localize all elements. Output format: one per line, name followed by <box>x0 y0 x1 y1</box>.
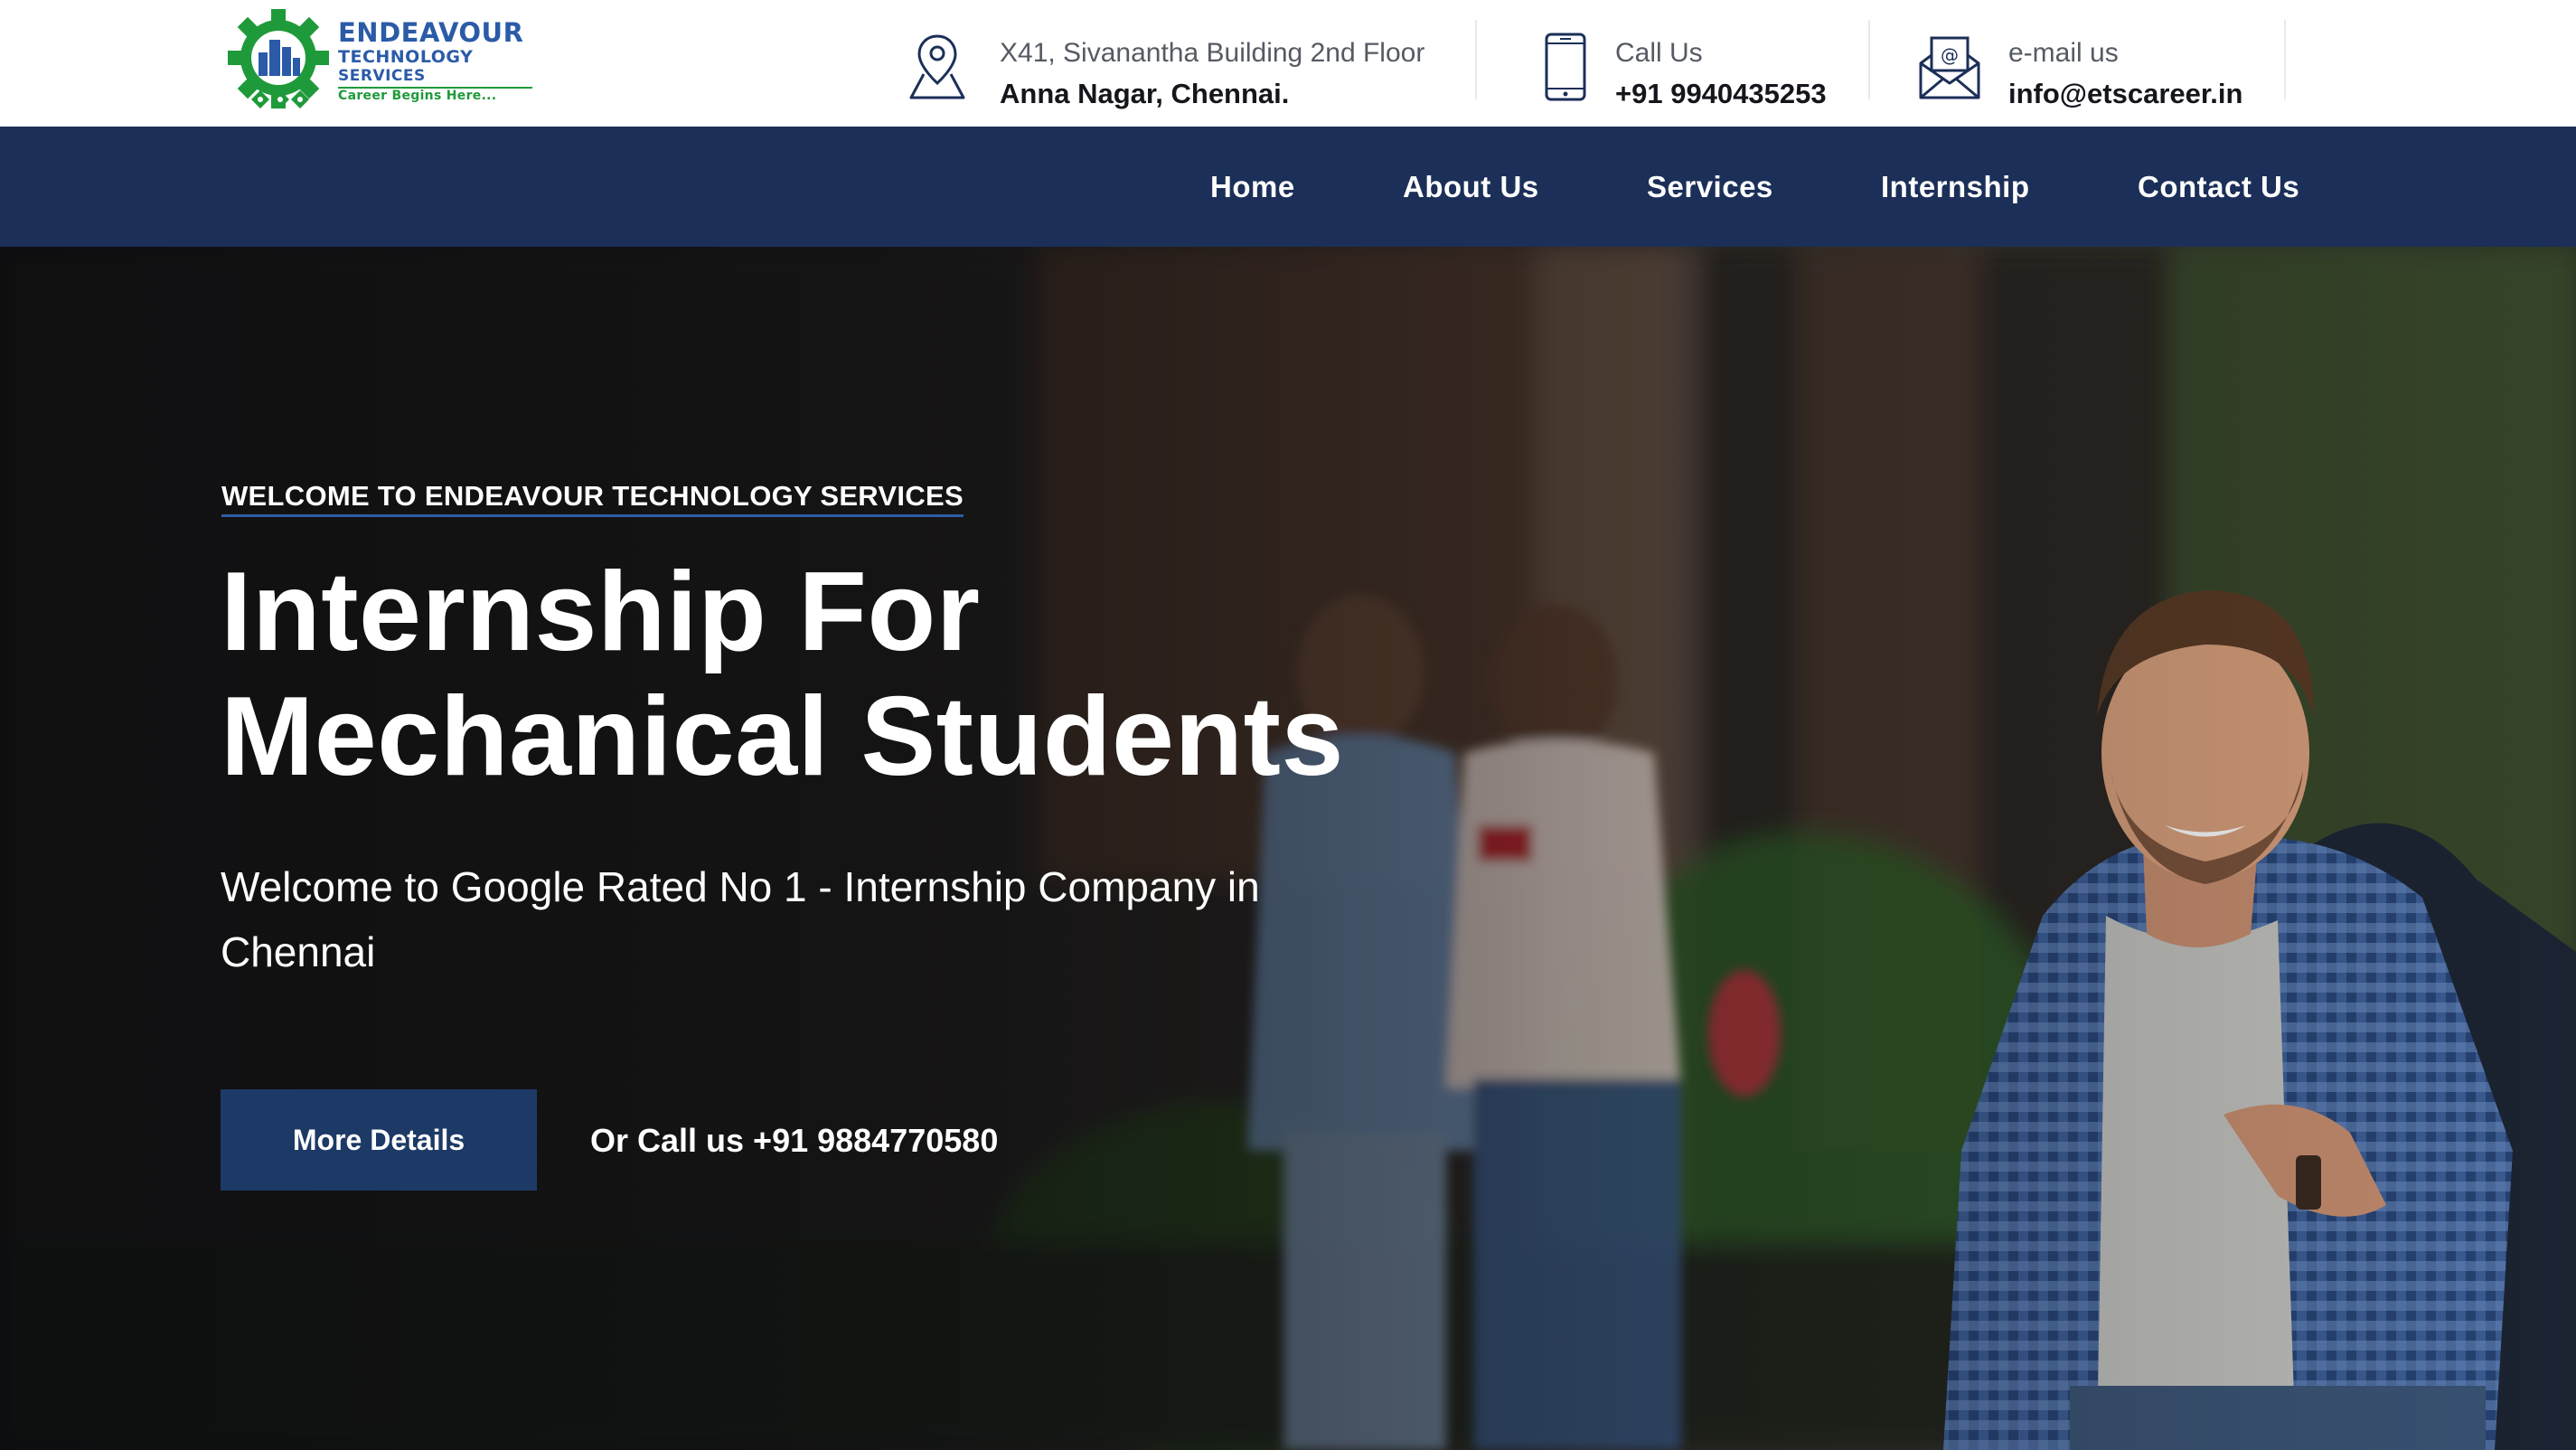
address-line1: X41, Sivanantha Building 2nd Floor <box>1000 38 1425 68</box>
phone-label: Call Us <box>1615 38 1703 68</box>
address-info: X41, Sivanantha Building 2nd Floor Anna … <box>904 18 1437 109</box>
email-address[interactable]: info@etscareer.in <box>2008 78 2242 110</box>
logo-wordmark-line1: ENDEAVOUR <box>338 17 524 48</box>
hero-subtitle: Welcome to Google Rated No 1 - Internshi… <box>221 863 1260 975</box>
mobile-phone-icon <box>1545 33 1586 101</box>
hero-title-line1: Internship For <box>221 550 981 674</box>
phone-info[interactable]: Call Us +91 9940435253 <box>1532 18 1866 110</box>
logo-wordmark-line3: SERVICES <box>338 67 426 85</box>
address-line2: Anna Nagar, Chennai. <box>1000 78 1290 109</box>
nav-internship[interactable]: Internship <box>1881 127 2030 247</box>
more-details-button[interactable]: More Details <box>221 1089 537 1191</box>
logo-tagline: Career Begins Here... <box>338 89 497 103</box>
nav-services[interactable]: Services <box>1647 127 1773 247</box>
envelope-icon: @ <box>1919 36 1980 99</box>
nav-home[interactable]: Home <box>1210 127 1295 247</box>
hero-title-line2: Mechanical Students <box>221 674 1344 799</box>
nav-contact-us[interactable]: Contact Us <box>2138 127 2299 247</box>
phone-number[interactable]: +91 9940435253 <box>1615 78 1827 110</box>
info-divider <box>1475 20 1477 99</box>
hero-overlay <box>0 247 2576 1450</box>
hero-banner: WELCOME TO ENDEAVOUR TECHNOLOGY SERVICES… <box>0 247 2576 1450</box>
email-label: e-mail us <box>2008 38 2119 68</box>
svg-text:@: @ <box>1941 44 1959 66</box>
info-divider <box>2284 20 2286 99</box>
info-divider <box>1868 20 1870 99</box>
company-logo[interactable]: ENDEAVOUR TECHNOLOGY SERVICES Career Beg… <box>226 9 542 113</box>
gear-logo-icon <box>228 9 329 108</box>
logo-wordmark-line2: TECHNOLOGY <box>338 47 474 67</box>
top-header: ENDEAVOUR TECHNOLOGY SERVICES Career Beg… <box>0 0 2576 127</box>
location-pin-icon <box>909 34 965 99</box>
email-info[interactable]: @ e-mail us info@etscareer.in <box>1916 18 2278 110</box>
nav-about-us[interactable]: About Us <box>1403 127 1539 247</box>
main-navigation: Home About Us Services Internship Contac… <box>0 127 2576 247</box>
hero-eyebrow: WELCOME TO ENDEAVOUR TECHNOLOGY SERVICES <box>221 480 964 517</box>
hero-title: Internship For Mechanical Students <box>221 550 1396 799</box>
hero-call-text[interactable]: Or Call us +91 9884770580 <box>590 1122 998 1160</box>
